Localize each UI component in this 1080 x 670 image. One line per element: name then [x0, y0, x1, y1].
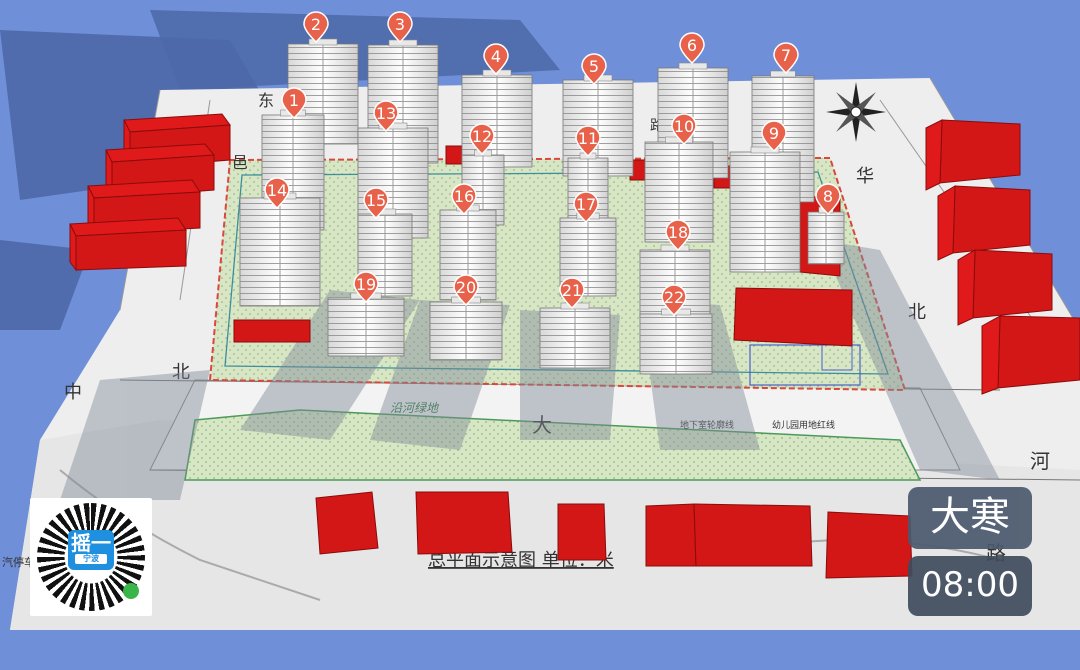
marker-number: 3 [395, 15, 405, 34]
mini-program-icon [123, 583, 139, 599]
red-block [925, 119, 1021, 191]
marker-number: 17 [576, 195, 596, 214]
marker-number: 16 [454, 187, 474, 206]
tower-8 [807, 206, 845, 265]
red-block [645, 503, 813, 567]
road-label-he: 河 [1030, 449, 1050, 473]
marker-number: 22 [664, 288, 684, 307]
marker-number: 7 [781, 46, 791, 65]
solar-term-label: 大寒 [908, 487, 1032, 549]
marker-number: 2 [311, 15, 321, 34]
road-label-dong: 东 [258, 91, 274, 110]
red-block [557, 503, 607, 561]
marker-number: 6 [687, 36, 697, 55]
qr-logo-text: 摇一 [71, 531, 111, 555]
marker-number: 13 [376, 104, 396, 123]
red-block [825, 511, 913, 579]
marker-number: 21 [562, 281, 582, 300]
marker-number: 10 [674, 117, 694, 136]
marker-number: 20 [456, 278, 476, 297]
marker-number: 18 [668, 223, 688, 242]
marker-number: 9 [769, 124, 779, 143]
time-label: 08:00 [908, 556, 1032, 616]
building-marker-7[interactable]: 7 [773, 42, 799, 75]
tower-14 [239, 192, 321, 307]
tower-22 [639, 308, 713, 375]
marker-number: 11 [578, 129, 598, 148]
marker-number: 8 [823, 187, 833, 206]
label-kindergarten-redline: 幼儿园用地红线 [772, 419, 835, 431]
marker-number: 12 [472, 127, 492, 146]
red-block [315, 491, 379, 555]
red-block [415, 491, 513, 555]
road-label-zhong: 中 [64, 382, 82, 403]
red-block [233, 319, 311, 343]
tower-4 [461, 69, 533, 168]
tower-20 [429, 296, 503, 361]
building-marker-6[interactable]: 6 [679, 32, 705, 65]
qr-code[interactable]: 摇一 宁波 [30, 498, 152, 616]
tower-9 [729, 146, 801, 273]
road-label-yi: 邑 [232, 153, 248, 172]
marker-number: 1 [289, 91, 299, 110]
marker-number: 19 [356, 275, 376, 294]
road-label-hua: 华 [856, 166, 874, 187]
time-panel: 大寒 08:00 [908, 487, 1032, 627]
app-logo-icon: 摇一 宁波 [68, 530, 114, 570]
tower-21 [539, 302, 611, 369]
qr-logo-subtext: 宁波 [75, 554, 107, 564]
red-block [69, 217, 187, 272]
marker-number: 4 [491, 47, 501, 66]
marker-number: 14 [267, 181, 287, 200]
marker-number: 15 [366, 191, 386, 210]
marker-number: 5 [589, 57, 599, 76]
